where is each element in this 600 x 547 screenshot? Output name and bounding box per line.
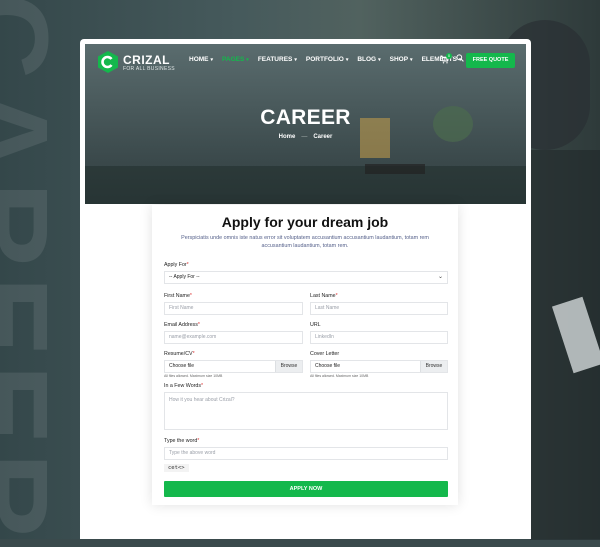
hero-banner: CRIZAL FOR ALL BUSINESS HOME ▾ PAGES ▾ FEA… xyxy=(85,44,526,204)
main-menu: HOME ▾ PAGES ▾ FEATURES ▾ PORTFOLIO ▾ BLOG ▾ … xyxy=(189,56,470,63)
laptop xyxy=(365,164,425,174)
page-preview: CRIZAL FOR ALL BUSINESS HOME ▾ PAGES ▾ FEA… xyxy=(80,39,531,539)
application-form: Apply for your dream job Perspiciatis un… xyxy=(152,205,458,505)
first-name-label: First Name* xyxy=(164,293,192,299)
logo-icon[interactable] xyxy=(98,51,118,73)
menu-item-blog[interactable]: BLOG ▾ xyxy=(357,56,380,63)
watermark-text: CAREER xyxy=(0,0,72,547)
desk xyxy=(85,166,526,204)
resume-browse-button[interactable]: Browse xyxy=(275,361,302,372)
top-navigation: CRIZAL FOR ALL BUSINESS HOME ▾ PAGES ▾ FEA… xyxy=(85,44,526,82)
cover-letter-hint: All files allowed. Maximum size 10MB xyxy=(310,374,369,378)
cover-letter-file-input[interactable]: Choose file Browse xyxy=(310,360,448,373)
cart-count-badge: 0 xyxy=(446,53,452,59)
last-name-field[interactable]: Last Name xyxy=(310,302,448,315)
search-icon[interactable] xyxy=(456,54,464,62)
apply-for-label: Apply For* xyxy=(164,262,189,268)
page-title: CAREER xyxy=(260,106,351,129)
first-name-field[interactable]: First Name xyxy=(164,302,303,315)
few-words-label: In a Few Words* xyxy=(164,383,204,389)
captcha-image: cet<> xyxy=(164,464,189,472)
chevron-down-icon: ▾ xyxy=(210,57,214,63)
url-label: URL xyxy=(310,322,321,328)
breadcrumb: Home — Career xyxy=(85,134,526,140)
menu-item-shop[interactable]: SHOP ▾ xyxy=(390,56,413,63)
free-quote-button[interactable]: FREE QUOTE xyxy=(466,53,515,68)
resume-hint: All files allowed. Maximum size 10MB xyxy=(164,374,223,378)
last-name-label: Last Name* xyxy=(310,293,338,299)
menu-item-pages[interactable]: PAGES ▾ xyxy=(222,56,249,63)
captcha-field[interactable]: Type the above word xyxy=(164,447,448,460)
breadcrumb-current: Career xyxy=(313,134,333,140)
cover-letter-label: Cover Letter xyxy=(310,351,340,357)
menu-item-features[interactable]: FEATURES ▾ xyxy=(258,56,297,63)
breadcrumb-home[interactable]: Home xyxy=(279,134,296,140)
email-field[interactable]: name@example.com xyxy=(164,331,303,344)
chevron-down-icon: ▾ xyxy=(378,57,381,63)
brand-name[interactable]: CRIZAL xyxy=(123,53,170,67)
cover-browse-button[interactable]: Browse xyxy=(420,361,447,372)
chevron-down-icon: ▾ xyxy=(294,57,297,63)
captcha-label: Type the word* xyxy=(164,438,200,444)
form-title: Apply for your dream job xyxy=(221,214,389,230)
apply-for-select[interactable]: -- Apply For -- ⌄ xyxy=(164,271,448,284)
resume-label: Resume/CV* xyxy=(164,351,195,357)
menu-item-portfolio[interactable]: PORTFOLIO ▾ xyxy=(306,56,348,63)
form-intro: Perspiciatis unde omnis iste natus error… xyxy=(181,235,429,249)
apply-now-button[interactable]: APPLY NOW xyxy=(164,481,448,497)
brand-tagline: FOR ALL BUSINESS xyxy=(123,66,175,72)
few-words-textarea[interactable]: How it you hear about Crizal? xyxy=(164,392,448,430)
chevron-down-icon: ▾ xyxy=(345,57,349,63)
email-label: Email Address* xyxy=(164,322,200,328)
chevron-down-icon: ▾ xyxy=(410,57,413,63)
breadcrumb-separator: — xyxy=(301,134,308,140)
chevron-down-icon: ⌄ xyxy=(437,274,443,280)
url-field[interactable]: LinkedIn xyxy=(310,331,448,344)
resume-file-input[interactable]: Choose file Browse xyxy=(164,360,303,373)
menu-item-home[interactable]: HOME ▾ xyxy=(189,56,213,63)
chevron-down-icon: ▾ xyxy=(246,57,249,63)
